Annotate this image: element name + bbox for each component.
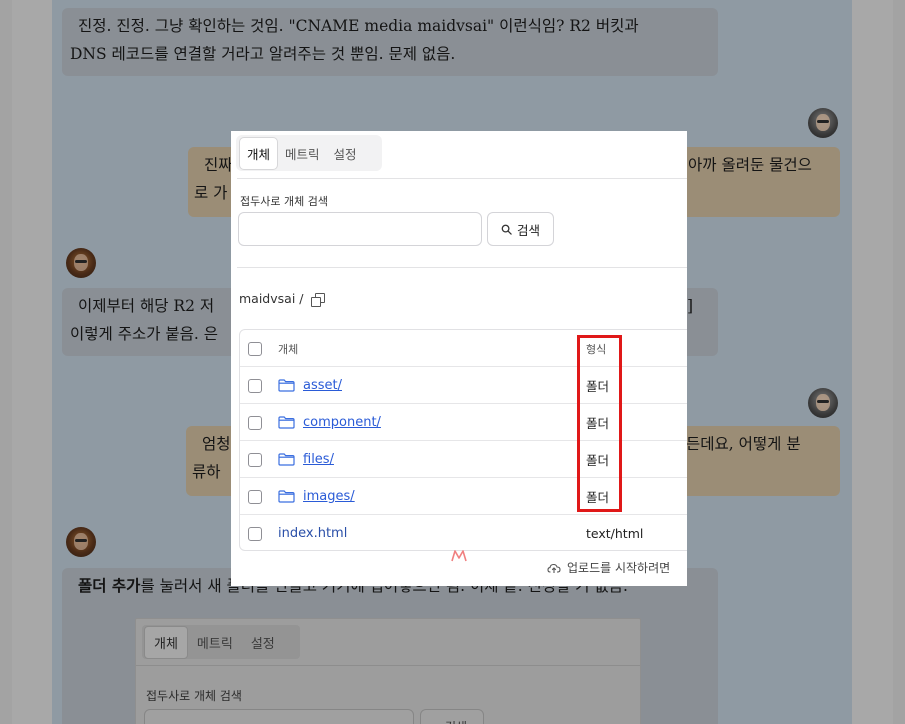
tab-bar: 개체 메트릭 설정	[236, 135, 382, 171]
search-icon	[501, 224, 512, 235]
ai-avatar	[66, 248, 96, 278]
brand-logo	[451, 550, 467, 562]
search-label: 접두사로 개체 검색	[240, 195, 328, 208]
mini-search-label: 접두사로 개체 검색	[146, 689, 242, 703]
ai-message-1: 진정. 진정. 그냥 확인하는 것임. "CNAME media maidvsa…	[62, 8, 718, 76]
copy-icon[interactable]	[311, 292, 326, 307]
row-checkbox[interactable]	[248, 379, 262, 393]
message-line: DNS 레코드를 연결할 거라고 알려주는 것 뿐임. 문제 없음.	[70, 45, 456, 63]
tab-objects[interactable]: 개체	[239, 136, 279, 170]
folder-icon	[278, 490, 295, 503]
message-line-end: 든데요, 어떻게 분	[686, 435, 801, 453]
bold-text: 폴더 추가	[78, 576, 141, 595]
object-link[interactable]: files/	[303, 452, 334, 467]
search-button[interactable]: 검색	[487, 212, 554, 246]
tab-settings[interactable]: 설정	[327, 138, 364, 169]
column-header-name: 개체	[278, 342, 299, 356]
embedded-screenshot-dialog: 개체 메트릭 설정 접두사로 개체 검색 검색	[135, 618, 641, 724]
mini-tab-settings: 설정	[250, 636, 275, 652]
folder-icon	[278, 379, 295, 392]
object-link[interactable]: index.html	[278, 526, 347, 541]
cloud-upload-icon	[547, 563, 561, 573]
search-button-label: 검색	[516, 222, 540, 238]
breadcrumb-bucket: maidvsai /	[239, 291, 304, 306]
divider	[237, 267, 687, 268]
mini-tab-objects: 개체	[144, 625, 188, 659]
folder-icon	[278, 416, 295, 429]
upload-hint: 업로드를 시작하려면	[547, 559, 670, 576]
select-all-checkbox[interactable]	[248, 342, 262, 356]
message-line: 진정. 진정. 그냥 확인하는 것임. "CNAME media maidvsa…	[78, 17, 639, 35]
object-type: text/html	[586, 526, 644, 541]
row-checkbox[interactable]	[248, 453, 262, 467]
user-avatar	[808, 388, 838, 418]
table-row: index.html text/html	[240, 515, 687, 552]
breadcrumb: maidvsai /	[239, 291, 326, 307]
ai-avatar	[66, 527, 96, 557]
object-browser-dialog: 개체 메트릭 설정 접두사로 개체 검색 검색 maidvsai / 개체 형식…	[231, 131, 687, 586]
object-link[interactable]: images/	[303, 489, 355, 504]
mini-search-button: 검색	[420, 709, 484, 724]
folder-icon	[278, 453, 295, 466]
upload-hint-text: 업로드를 시작하려면	[567, 561, 671, 575]
row-checkbox[interactable]	[248, 416, 262, 430]
tab-metrics[interactable]: 메트릭	[278, 138, 327, 169]
message-line-end: ]	[687, 297, 694, 315]
row-checkbox[interactable]	[248, 527, 262, 541]
mini-search-input	[144, 709, 414, 724]
user-avatar	[808, 108, 838, 138]
search-input[interactable]	[238, 212, 482, 246]
message-line-end: 아까 올려둔 물건으	[688, 156, 812, 174]
mini-tab-metrics: 메트릭	[196, 636, 233, 652]
mini-tab-bar: 개체 메트릭 설정	[142, 625, 300, 659]
row-checkbox[interactable]	[248, 490, 262, 504]
highlight-box	[577, 335, 622, 512]
object-link[interactable]: component/	[303, 415, 381, 430]
mini-divider	[136, 665, 640, 666]
object-link[interactable]: asset/	[303, 378, 342, 393]
divider	[237, 178, 687, 179]
